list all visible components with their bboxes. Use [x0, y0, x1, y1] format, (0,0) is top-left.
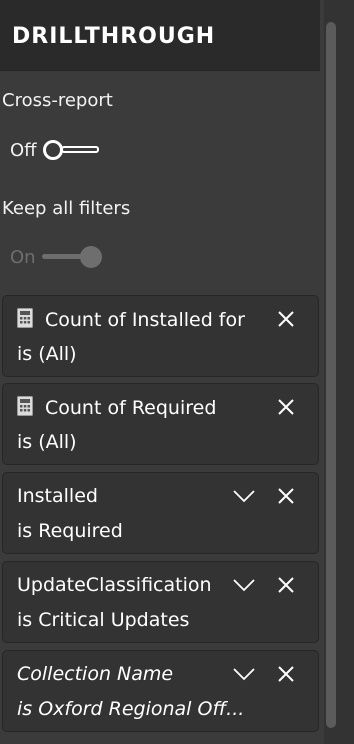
filter-card-value: is (All) [17, 343, 77, 365]
close-icon[interactable] [277, 487, 295, 505]
chevron-down-icon[interactable] [233, 667, 255, 681]
filter-field-name: Count of Installed for [45, 309, 245, 331]
keep-all-filters-label: Keep all filters [2, 198, 131, 219]
toggle-track [60, 146, 99, 153]
filter-card-installed[interactable]: Installed is Required [2, 472, 319, 554]
close-icon[interactable] [277, 310, 295, 328]
drillthrough-pane: DRILLTHROUGH Cross-report Off Keep all f… [0, 0, 354, 744]
filter-card-value: is Required [17, 520, 123, 542]
calculator-icon [17, 396, 33, 416]
close-icon[interactable] [277, 398, 295, 416]
header-title: DRILLTHROUGH [12, 24, 216, 49]
filter-field-name: Count of Required [45, 397, 217, 419]
filter-card-value: is Oxford Regional Off... [17, 698, 245, 720]
filter-card-title: Count of Required [17, 396, 277, 419]
close-icon[interactable] [277, 665, 295, 683]
toggle-knob [79, 246, 102, 268]
toggle-switch-icon [41, 245, 102, 269]
cross-report-toggle[interactable]: Off [10, 138, 101, 162]
calculator-icon [17, 308, 33, 328]
filter-card-title: Count of Installed for [17, 308, 277, 331]
keep-all-filters-toggle[interactable]: On [10, 245, 102, 269]
drillthrough-header: DRILLTHROUGH [0, 0, 320, 71]
toggle-switch-icon [42, 138, 101, 162]
chevron-down-icon[interactable] [233, 489, 255, 503]
filter-card-count-of-installed[interactable]: Count of Installed for is (All) [2, 295, 319, 377]
filter-card-count-of-required[interactable]: Count of Required is (All) [2, 383, 319, 465]
toggle-knob [42, 140, 63, 160]
cross-report-label: Cross-report [2, 90, 113, 111]
filter-card-value: is (All) [17, 431, 77, 453]
filter-card-collection-name[interactable]: Collection Name is Oxford Regional Off..… [2, 650, 319, 732]
close-icon[interactable] [277, 576, 295, 594]
filter-card-update-classification[interactable]: UpdateClassification is Critical Updates [2, 561, 319, 643]
cross-report-state: Off [10, 139, 37, 161]
filter-card-value: is Critical Updates [17, 609, 190, 631]
scrollbar-thumb[interactable] [326, 22, 336, 728]
chevron-down-icon[interactable] [233, 578, 255, 592]
keep-all-filters-state: On [10, 246, 36, 268]
